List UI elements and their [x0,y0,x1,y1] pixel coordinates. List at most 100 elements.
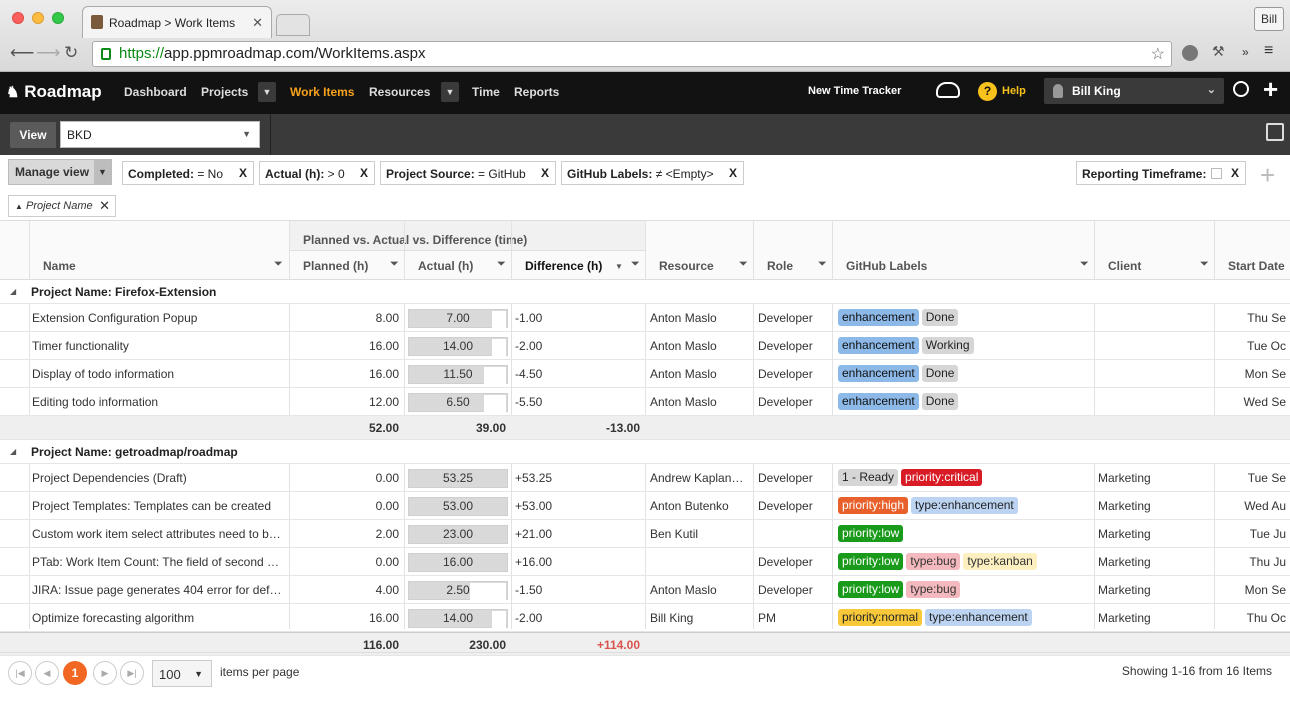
column-header-role[interactable]: Role [767,259,793,273]
label-badge[interactable]: priority:high [838,497,909,514]
add-icon[interactable]: + [1263,74,1278,105]
label-badge[interactable]: type:bug [906,553,961,570]
column-header-actual[interactable]: Actual (h) [418,259,473,273]
minimize-window-button[interactable] [32,12,44,24]
column-filter-icon[interactable]: ⏷ [497,258,506,271]
view-select[interactable]: BKD ▼ [60,121,260,148]
extension-icon[interactable] [1182,45,1198,61]
label-badge[interactable]: Done [921,309,959,326]
projects-dropdown-icon[interactable]: ▼ [258,82,276,102]
item-name[interactable]: Project Dependencies (Draft) [32,471,284,485]
column-header-difference[interactable]: Difference (h) [525,259,602,273]
calendar-icon[interactable] [1211,168,1222,179]
label-badge[interactable]: Working [921,337,974,354]
next-page-icon[interactable]: ▶ [93,661,117,685]
prev-page-icon[interactable]: ◀ [35,661,59,685]
item-name[interactable]: Display of todo information [32,367,284,381]
label-badge[interactable]: enhancement [838,393,919,410]
actual-bar[interactable]: 14.00 [408,337,508,356]
actual-bar[interactable]: 53.00 [408,497,508,516]
actual-bar[interactable]: 7.00 [408,309,508,328]
table-row[interactable]: Extension Configuration Popup 8.00 7.00 -1.… [0,304,1290,332]
collapse-group-icon[interactable]: ◢ [10,447,16,456]
extension-tool-icon[interactable]: ⚒ [1212,43,1225,60]
item-name[interactable]: Custom work item select attributes need … [32,527,284,541]
label-badge[interactable]: priority:low [838,581,904,598]
first-page-icon[interactable]: |◀ [8,661,32,685]
column-filter-icon[interactable]: ⏷ [818,258,827,271]
remove-filter-icon[interactable]: X [354,161,374,185]
item-name[interactable]: Editing todo information [32,395,284,409]
nav-dashboard[interactable]: Dashboard [124,85,187,99]
add-filter-icon[interactable]: + [1260,160,1275,191]
label-badge[interactable]: type:enhancement [911,497,1018,514]
page-1-button[interactable]: 1 [63,661,87,685]
actual-bar[interactable]: 2.50 [408,581,508,600]
browser-tab[interactable]: Roadmap > Work Items ✕ [82,6,272,38]
label-badge[interactable]: Done [921,365,959,382]
caret-down-icon[interactable]: ▼ [94,160,111,184]
table-row[interactable]: Optimize forecasting algorithm 16.00 14.00… [0,604,1290,632]
remove-sort-icon[interactable]: ✕ [99,198,110,214]
app-logo[interactable]: ♞ Roadmap [6,82,102,102]
actual-bar[interactable]: 6.50 [408,393,508,412]
label-badge[interactable]: type:enhancement [925,609,1032,626]
user-menu[interactable]: Bill King ⌄ [1044,78,1224,104]
item-name[interactable]: Extension Configuration Popup [32,311,284,325]
label-badge[interactable]: type:kanban [963,553,1037,570]
remove-filter-icon[interactable]: X [535,161,555,185]
label-badge[interactable]: priority:low [838,525,904,542]
column-filter-icon[interactable]: ⏷ [739,258,748,271]
export-icon[interactable] [1266,123,1284,141]
sort-chip[interactable]: ▲ Project Name ✕ [8,195,116,217]
label-badge[interactable]: type:bug [906,581,961,598]
column-header-github-labels[interactable]: GitHub Labels [846,259,927,273]
column-header-start-date[interactable]: Start Date [1228,259,1285,273]
sort-desc-icon[interactable]: ▼ [615,262,623,271]
collapse-group-icon[interactable]: ◢ [10,287,16,296]
remove-filter-icon[interactable]: X [1225,161,1245,185]
item-name[interactable]: Timer functionality [32,339,284,353]
label-badge[interactable]: 1 - Ready [838,469,899,486]
table-row[interactable]: Timer functionality 16.00 14.00 -2.00 Anton … [0,332,1290,360]
column-filter-icon[interactable]: ⏷ [1080,258,1089,271]
actual-bar[interactable]: 11.50 [408,365,508,384]
label-badge[interactable]: priority:critical [901,469,983,486]
back-arrow-icon[interactable]: ⟵ [10,43,34,63]
help-link[interactable]: Help [1002,85,1026,97]
actual-bar[interactable]: 14.00 [408,609,508,628]
column-filter-icon[interactable]: ⏷ [1200,258,1209,271]
label-badge[interactable]: enhancement [838,365,919,382]
manage-view-button[interactable]: Manage view ▼ [8,159,112,185]
actual-bar[interactable]: 16.00 [408,553,508,572]
label-badge[interactable]: priority:low [838,553,904,570]
column-header-name[interactable]: Name [43,259,76,273]
column-filter-icon[interactable]: ⏷ [390,258,399,271]
per-page-select[interactable]: 100 ▼ [152,660,212,687]
nav-projects[interactable]: Projects [201,85,248,99]
nav-reports[interactable]: Reports [514,85,559,99]
label-badge[interactable]: enhancement [838,309,919,326]
filter-project-source[interactable]: Project Source: = GitHub X [380,161,556,185]
table-row[interactable]: Editing todo information 12.00 6.50 -5.50 An… [0,388,1290,416]
reload-icon[interactable]: ↻ [64,43,78,63]
forward-arrow-icon[interactable]: ⟶ [36,43,60,63]
label-badge[interactable]: Done [921,393,959,410]
profile-button[interactable]: Bill [1254,7,1284,31]
item-name[interactable]: Project Templates: Templates can be crea… [32,499,284,513]
table-row[interactable]: JIRA: Issue page generates 404 error for… [0,576,1290,604]
search-icon[interactable] [1233,81,1249,97]
item-name[interactable]: PTab: Work Item Count: The field of seco… [32,555,284,569]
new-tab-button[interactable] [276,14,310,36]
filter-github-labels[interactable]: GitHub Labels: ≠ <Empty> X [561,161,744,185]
column-header-resource[interactable]: Resource [659,259,714,273]
group-row[interactable]: ◢ Project Name: getroadmap/roadmap [0,440,1290,464]
resources-dropdown-icon[interactable]: ▼ [441,82,459,102]
table-row[interactable]: PTab: Work Item Count: The field of seco… [0,548,1290,576]
help-icon[interactable]: ? [978,82,997,101]
label-badge[interactable]: enhancement [838,337,919,354]
actual-bar[interactable]: 23.00 [408,525,508,544]
column-filter-icon[interactable]: ⏷ [274,258,283,271]
nav-resources[interactable]: Resources [369,85,430,99]
menu-icon[interactable]: ≡ [1264,42,1273,60]
